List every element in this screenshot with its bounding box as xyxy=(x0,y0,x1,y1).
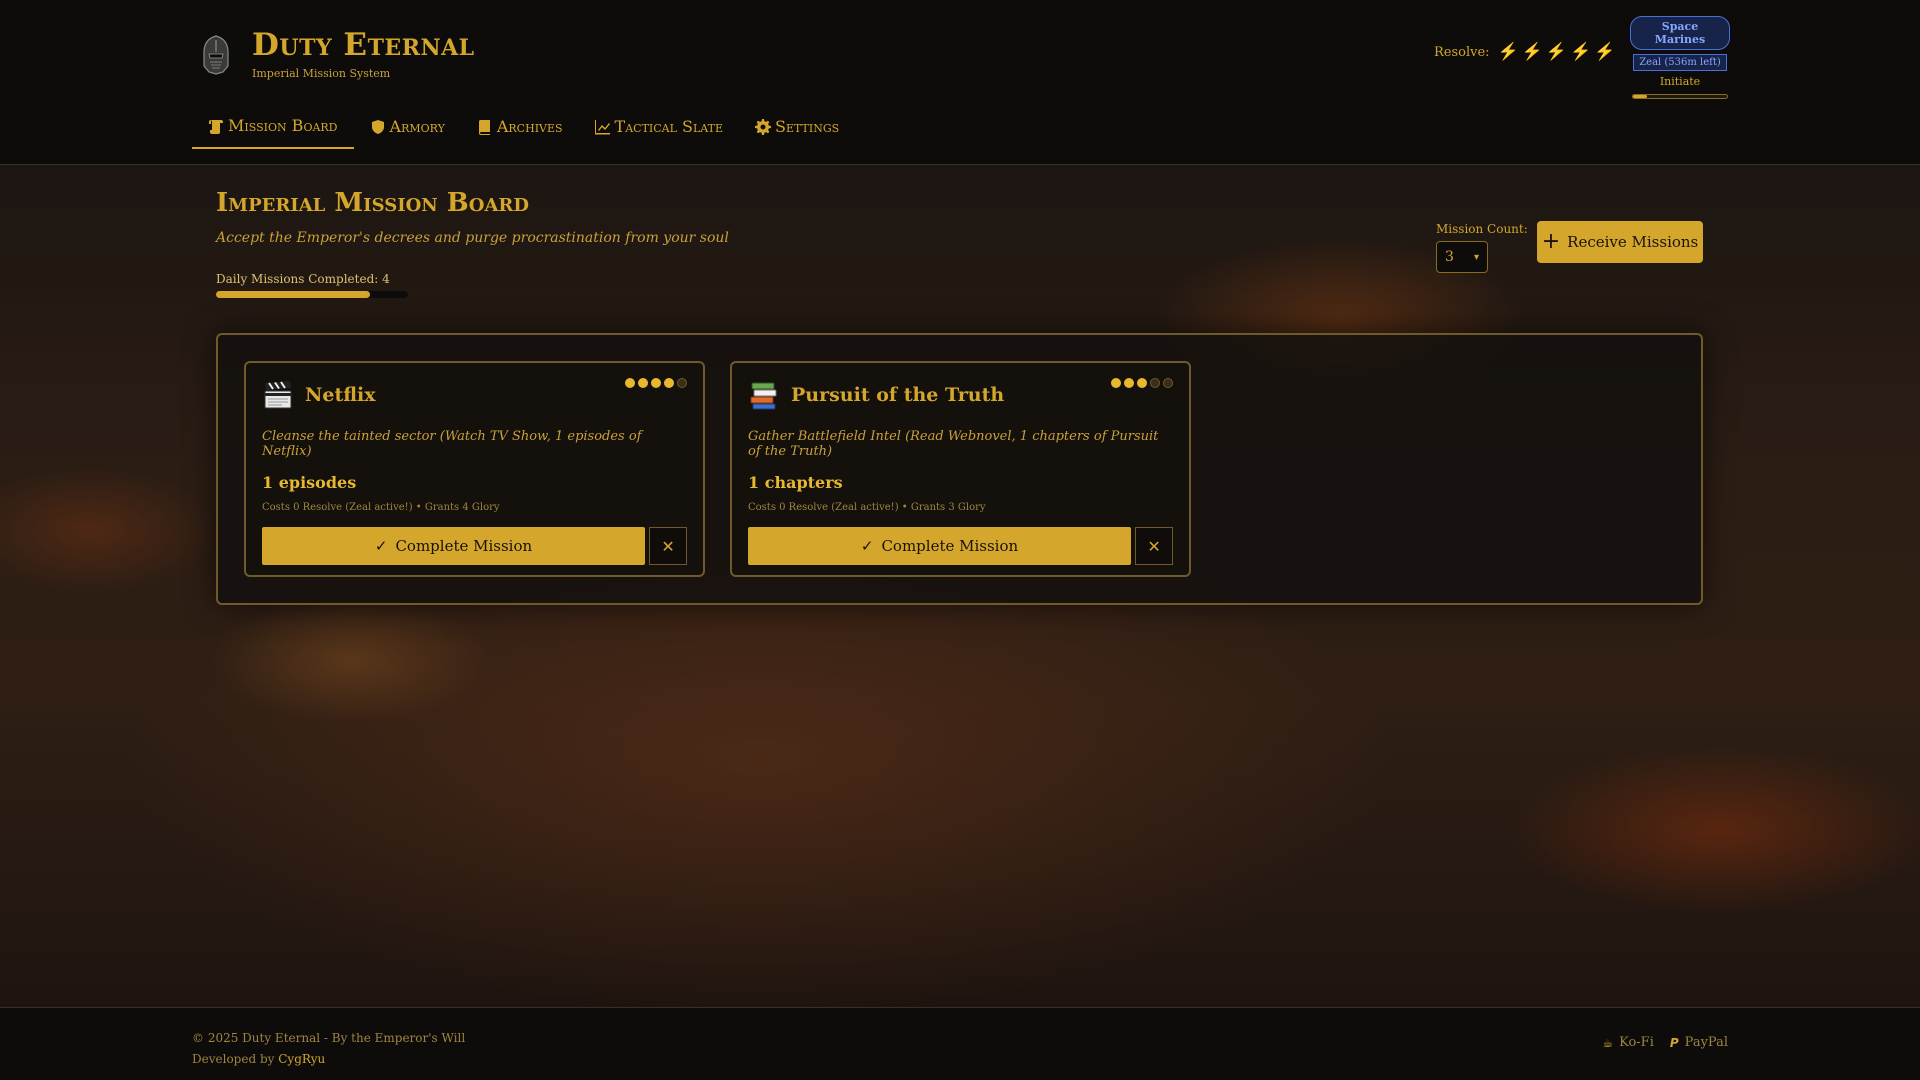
shield-icon xyxy=(371,119,384,134)
clapperboard-icon xyxy=(264,381,292,409)
kofi-link[interactable]: ☕ Ko-Fi xyxy=(1602,1035,1654,1050)
mission-amount: 1 episodes xyxy=(262,473,357,492)
receive-missions-label: Receive Missions xyxy=(1567,233,1699,251)
difficulty-dot-filled xyxy=(638,378,648,388)
dismiss-mission-button[interactable]: ✕ xyxy=(649,527,687,565)
bolt-icon: ⚡ xyxy=(1545,42,1568,62)
brand[interactable]: Duty Eternal Imperial Mission System xyxy=(200,30,475,80)
books-icon xyxy=(750,382,777,410)
difficulty-dot-empty xyxy=(1163,378,1173,388)
close-icon: ✕ xyxy=(661,536,675,556)
tab-label: Mission Board xyxy=(228,116,338,135)
resolve-meter: Resolve: ⚡ ⚡ ⚡ ⚡ ⚡ xyxy=(1434,42,1618,62)
daily-progress-bar xyxy=(216,291,408,298)
tab-label: Tactical Slate xyxy=(614,117,723,136)
difficulty-dot-filled xyxy=(651,378,661,388)
difficulty-dot-filled xyxy=(625,378,635,388)
bolt-icon: ⚡ xyxy=(1497,42,1519,62)
tab-label: Settings xyxy=(775,117,840,136)
daily-progress: Daily Missions Completed: 4 xyxy=(216,272,408,298)
mission-costs: Costs 0 Resolve (Zeal active!) • Grants … xyxy=(262,502,500,513)
plus-icon: + xyxy=(1541,229,1561,254)
mission-count-select[interactable]: 3 ▾ xyxy=(1436,241,1488,273)
bolt-icon: ⚡ xyxy=(1570,42,1592,62)
tab-archives[interactable]: Archives xyxy=(461,108,579,149)
chevron-down-icon: ▾ xyxy=(1473,251,1479,263)
complete-mission-button[interactable]: ✓ Complete Mission xyxy=(262,527,646,565)
complete-mission-button[interactable]: ✓ Complete Mission xyxy=(748,527,1132,565)
check-icon: ✓ xyxy=(860,537,874,555)
difficulty-dot-filled xyxy=(1124,378,1134,388)
developer-credit: Developed by CygRyu xyxy=(192,1049,465,1070)
mission-count-value: 3 xyxy=(1445,249,1454,265)
daily-progress-fill xyxy=(216,291,370,298)
complete-mission-label: Complete Mission xyxy=(395,537,533,555)
difficulty-dot-filled xyxy=(1137,378,1147,388)
resolve-label: Resolve: xyxy=(1434,44,1490,60)
rank-progress-bar xyxy=(1632,94,1728,99)
tab-tactical-slate[interactable]: Tactical Slate xyxy=(579,108,739,149)
helmet-icon xyxy=(203,35,229,75)
mission-description: Gather Battlefield Intel (Read Webnovel,… xyxy=(748,429,1159,459)
tab-armory[interactable]: Armory xyxy=(354,108,461,149)
tab-mission-board[interactable]: Mission Board xyxy=(192,108,354,149)
developed-by-label: Developed by xyxy=(192,1052,275,1066)
complete-mission-label: Complete Mission xyxy=(881,537,1019,555)
tab-settings[interactable]: Settings xyxy=(739,108,855,149)
paypal-label: PayPal xyxy=(1684,1035,1728,1050)
mission-title: Netflix xyxy=(305,384,376,406)
faction-badge[interactable]: Space Marines xyxy=(1630,16,1730,50)
tab-label: Armory xyxy=(389,117,445,136)
rank-progress-fill xyxy=(1633,95,1648,98)
copyright-text: © 2025 Duty Eternal - By the Emperor's W… xyxy=(192,1031,466,1045)
mission-board: Netflix Cleanse the tainted sector (Watc… xyxy=(216,333,1703,605)
developer-link[interactable]: CygRyu xyxy=(278,1052,325,1066)
receive-missions-button[interactable]: + Receive Missions xyxy=(1537,221,1703,263)
dismiss-mission-button[interactable]: ✕ xyxy=(1135,527,1173,565)
main-nav: Mission Board Armory Archives Tactical S… xyxy=(192,108,855,149)
close-icon: ✕ xyxy=(1147,536,1161,556)
page-title: Imperial Mission Board xyxy=(216,188,529,218)
difficulty-dots xyxy=(622,378,687,388)
difficulty-dot-filled xyxy=(1111,378,1121,388)
difficulty-dot-filled xyxy=(664,378,674,388)
paypal-link[interactable]: P PayPal xyxy=(1670,1035,1728,1050)
coffee-icon: ☕ xyxy=(1602,1035,1614,1050)
kofi-label: Ko-Fi xyxy=(1619,1035,1654,1050)
rank-panel: Space Marines Zeal (536m left) Initiate xyxy=(1630,16,1730,99)
gear-icon xyxy=(755,118,771,135)
check-icon: ✓ xyxy=(374,537,388,555)
bolt-icon: ⚡ xyxy=(1521,42,1543,62)
mission-description: Cleanse the tainted sector (Watch TV Sho… xyxy=(262,429,642,459)
book-icon xyxy=(478,119,490,135)
app-title: Duty Eternal xyxy=(252,27,475,63)
mission-costs: Costs 0 Resolve (Zeal active!) • Grants … xyxy=(748,502,986,513)
mission-amount: 1 chapters xyxy=(748,473,843,492)
daily-progress-label: Daily Missions Completed: 4 xyxy=(216,272,390,286)
mission-count-label: Mission Count: xyxy=(1436,222,1528,236)
bolt-icon: ⚡ xyxy=(1594,42,1616,62)
page-subtitle: Accept the Emperor's decrees and purge p… xyxy=(216,230,729,246)
footer: © 2025 Duty Eternal - By the Emperor's W… xyxy=(0,1007,1920,1080)
mission-count-control: Mission Count: 3 ▾ xyxy=(1436,222,1528,273)
difficulty-dot-empty xyxy=(1150,378,1160,388)
rank-name: Initiate xyxy=(1659,75,1701,88)
zeal-badge: Zeal (536m left) xyxy=(1633,54,1727,71)
tab-label: Archives xyxy=(496,117,563,136)
mission-card: Pursuit of the Truth Gather Battlefield … xyxy=(730,361,1191,577)
paypal-icon: P xyxy=(1669,1035,1679,1050)
chart-line-icon xyxy=(594,119,610,134)
header: Duty Eternal Imperial Mission System Res… xyxy=(0,0,1920,165)
mission-title: Pursuit of the Truth xyxy=(791,384,1005,406)
resolve-bolts: ⚡ ⚡ ⚡ ⚡ ⚡ xyxy=(1498,42,1619,62)
difficulty-dots xyxy=(1108,378,1173,388)
mission-board-icon xyxy=(209,119,223,134)
difficulty-dot-empty xyxy=(677,378,687,388)
app-subtitle: Imperial Mission System xyxy=(252,67,391,80)
mission-card: Netflix Cleanse the tainted sector (Watc… xyxy=(244,361,705,577)
